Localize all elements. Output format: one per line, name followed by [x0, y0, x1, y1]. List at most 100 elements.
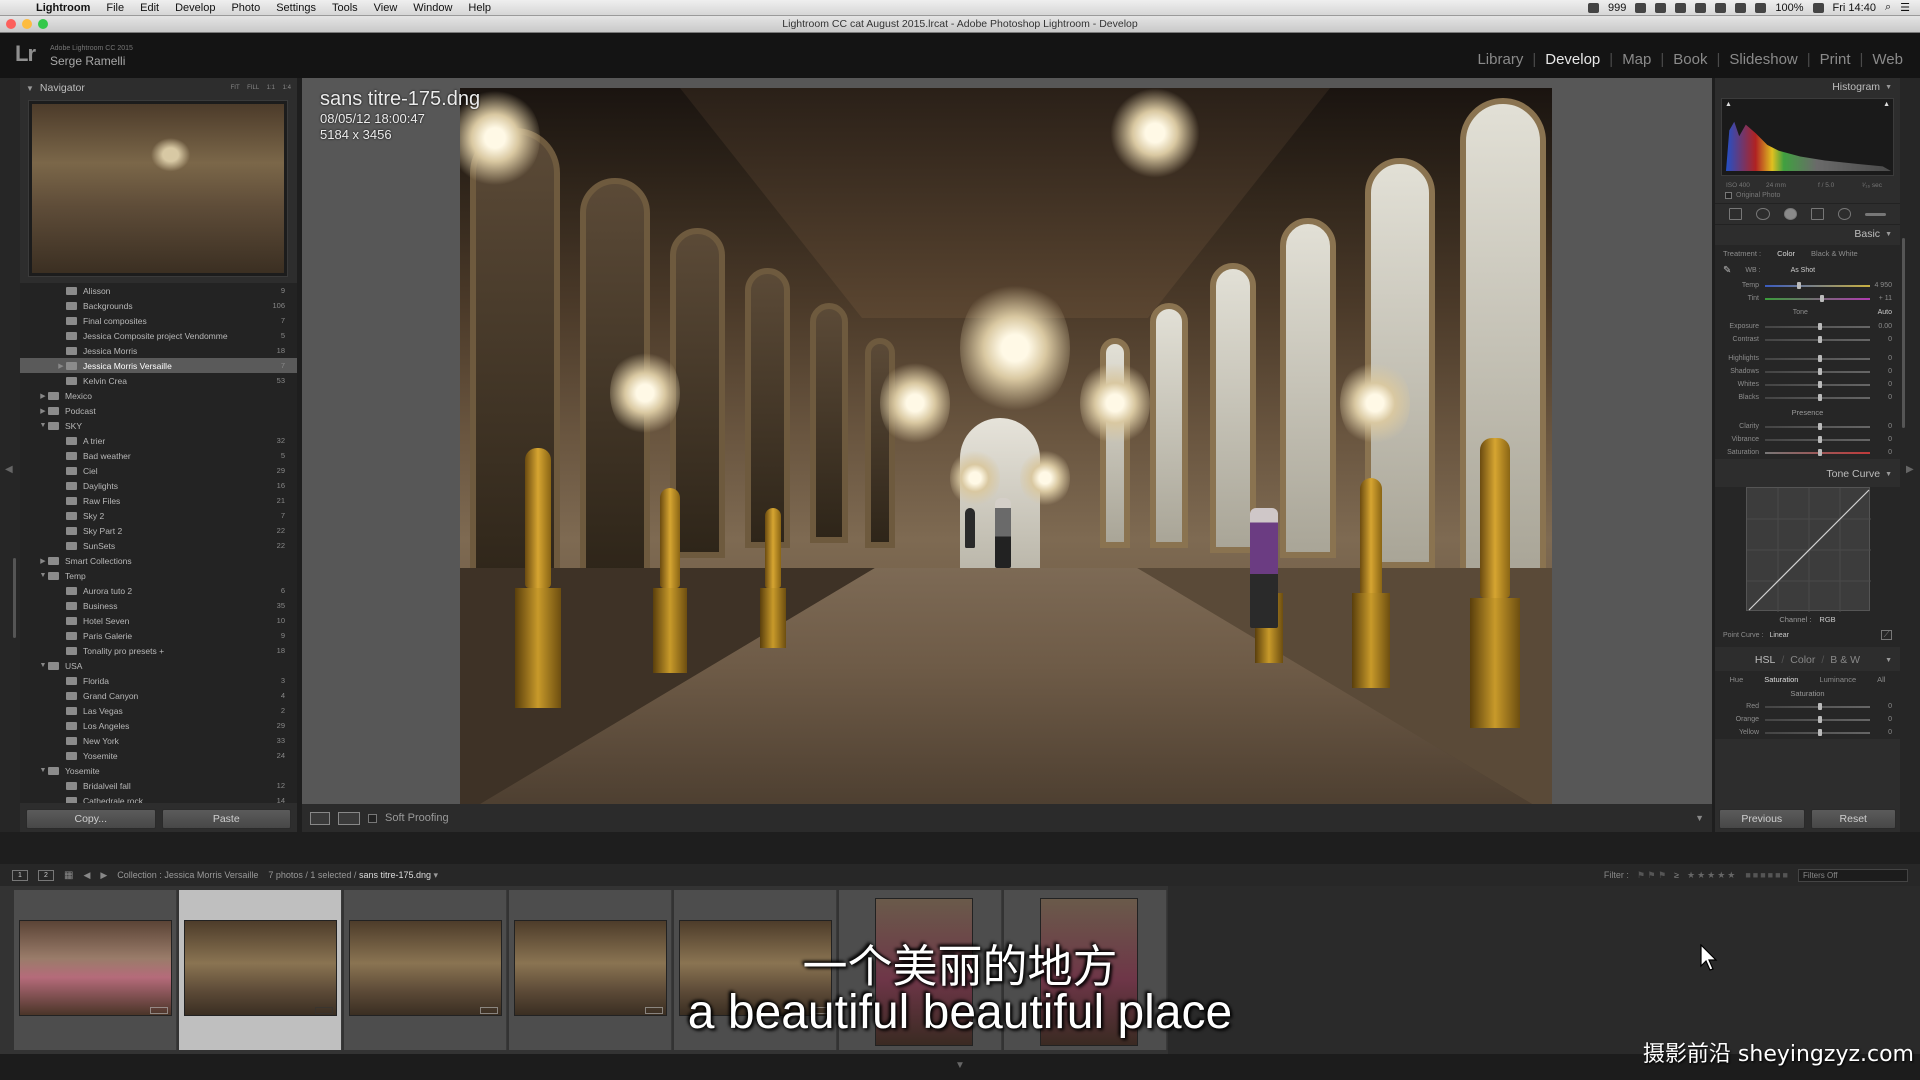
- battery-icon[interactable]: [1812, 2, 1824, 13]
- right-panel-edge[interactable]: ▶: [1900, 78, 1920, 832]
- dropbox-icon[interactable]: [1675, 2, 1687, 13]
- histogram-header[interactable]: Histogram ▼: [1715, 78, 1900, 96]
- blacks-track[interactable]: [1765, 393, 1870, 401]
- right-scrollbar[interactable]: [1902, 238, 1905, 428]
- saturation-track[interactable]: [1765, 448, 1870, 456]
- treatment-bw[interactable]: Black & White: [1811, 249, 1858, 258]
- module-map[interactable]: Map: [1613, 51, 1660, 68]
- menu-file[interactable]: File: [106, 2, 124, 14]
- bottom-panel-edge[interactable]: ▼: [0, 1054, 1920, 1080]
- collapse-left-icon[interactable]: ◀: [5, 464, 13, 475]
- left-scrollbar[interactable]: [13, 558, 16, 638]
- red-value[interactable]: 0: [1870, 703, 1892, 710]
- tone-curve-graph[interactable]: [1745, 487, 1871, 612]
- adjustment-brush-icon[interactable]: [1865, 212, 1886, 216]
- saturation-slider[interactable]: Saturation 0: [1715, 446, 1900, 459]
- collection-item[interactable]: Tonality pro presets + 18: [20, 643, 297, 658]
- disclosure-icon[interactable]: ▶: [38, 557, 48, 565]
- sync-icon[interactable]: [1695, 2, 1707, 13]
- collection-item[interactable]: Paris Galerie 9: [20, 628, 297, 643]
- vibrance-track[interactable]: [1765, 435, 1870, 443]
- wb-dropdown[interactable]: As Shot: [1791, 267, 1816, 274]
- disclosure-icon[interactable]: ▼: [38, 422, 48, 429]
- red-slider[interactable]: Red 0: [1715, 700, 1900, 713]
- flag-filter-icon[interactable]: ⚑ ⚑ ⚑: [1637, 870, 1666, 881]
- app-icon[interactable]: [1635, 2, 1647, 13]
- highlight-clipping-icon[interactable]: ▲: [1883, 101, 1890, 108]
- temp-knob[interactable]: [1796, 281, 1801, 289]
- original-photo-checkbox[interactable]: [1725, 192, 1732, 199]
- bluetooth-icon[interactable]: [1715, 2, 1727, 13]
- highlights-track[interactable]: [1765, 354, 1870, 362]
- collection-item[interactable]: Backgrounds 106: [20, 298, 297, 313]
- filter-preset-dropdown[interactable]: Filters Off: [1798, 868, 1908, 882]
- contrast-knob[interactable]: [1817, 335, 1822, 343]
- disclosure-icon[interactable]: ▼: [38, 767, 48, 774]
- yellow-knob[interactable]: [1817, 728, 1822, 736]
- loupe-view-icon[interactable]: [310, 811, 330, 825]
- rating-filter[interactable]: ★★★★★: [1687, 870, 1737, 881]
- menu-develop[interactable]: Develop: [175, 2, 215, 14]
- histogram[interactable]: ▲ ▲ ISO 400 24 mm f / 5.0 ¹⁄₁₆ sec: [1721, 98, 1894, 189]
- collection-item[interactable]: Ciel 29: [20, 463, 297, 478]
- wifi-icon[interactable]: [1735, 2, 1747, 13]
- exposure-value[interactable]: 0.00: [1870, 323, 1892, 330]
- red-knob[interactable]: [1817, 702, 1822, 710]
- close-window-icon[interactable]: [6, 19, 16, 29]
- red-eye-icon[interactable]: [1783, 208, 1797, 220]
- highlights-value[interactable]: 0: [1870, 355, 1892, 362]
- tab-all[interactable]: All: [1877, 675, 1885, 684]
- collection-item[interactable]: ▶ Smart Collections: [20, 553, 297, 568]
- main-window-button[interactable]: 1: [12, 869, 28, 881]
- clarity-knob[interactable]: [1817, 422, 1822, 430]
- exposure-knob[interactable]: [1817, 322, 1822, 330]
- whites-knob[interactable]: [1817, 380, 1822, 388]
- treatment-color[interactable]: Color: [1777, 249, 1795, 258]
- orange-slider[interactable]: Orange 0: [1715, 713, 1900, 726]
- tab-saturation[interactable]: Saturation: [1764, 675, 1798, 684]
- navigator-header[interactable]: ▼ Navigator FIT FILL 1:1 1:4: [20, 78, 297, 98]
- left-panel-edge[interactable]: ◀: [0, 78, 20, 832]
- spot-removal-icon[interactable]: [1756, 208, 1770, 220]
- forward-arrow-icon[interactable]: ▶: [100, 870, 107, 881]
- collection-item[interactable]: Hotel Seven 10: [20, 613, 297, 628]
- exposure-track[interactable]: [1765, 322, 1870, 330]
- contrast-value[interactable]: 0: [1870, 336, 1892, 343]
- disclosure-icon[interactable]: ▼: [38, 662, 48, 669]
- collection-item[interactable]: Aurora tuto 2 6: [20, 583, 297, 598]
- collection-item[interactable]: Jessica Composite project Vendomme 5: [20, 328, 297, 343]
- shadows-value[interactable]: 0: [1870, 368, 1892, 375]
- clarity-track[interactable]: [1765, 422, 1870, 430]
- orange-value[interactable]: 0: [1870, 716, 1892, 723]
- graduated-filter-icon[interactable]: [1810, 208, 1825, 220]
- temp-value[interactable]: 4 950: [1870, 282, 1892, 289]
- filmstrip-source[interactable]: Collection : Jessica Morris Versaille 7 …: [117, 870, 438, 881]
- collection-item[interactable]: A trier 32: [20, 433, 297, 448]
- collection-item[interactable]: Sky 2 7: [20, 508, 297, 523]
- disclosure-icon[interactable]: ▶: [38, 407, 48, 415]
- hsl-title[interactable]: HSL: [1755, 654, 1775, 666]
- collection-item[interactable]: ▶ Podcast: [20, 403, 297, 418]
- display-icon[interactable]: [1588, 2, 1600, 13]
- basic-header[interactable]: Basic ▼: [1715, 225, 1900, 243]
- zoom-fit[interactable]: FIT: [231, 85, 240, 91]
- blacks-knob[interactable]: [1817, 393, 1822, 401]
- volume-icon[interactable]: [1755, 2, 1767, 13]
- toolbar-menu-icon[interactable]: ▼: [1695, 813, 1704, 823]
- zoom-1-4[interactable]: 1:4: [283, 85, 291, 91]
- collection-item[interactable]: Bad weather 5: [20, 448, 297, 463]
- clock[interactable]: Fri 14:40: [1833, 2, 1876, 14]
- battery-percent[interactable]: 100%: [1775, 2, 1803, 14]
- collection-item[interactable]: ▶ Mexico: [20, 388, 297, 403]
- blacks-value[interactable]: 0: [1870, 394, 1892, 401]
- collection-item[interactable]: Bridalveil fall 12: [20, 778, 297, 793]
- color-label-filter[interactable]: ■■■■■■: [1745, 870, 1790, 880]
- whites-track[interactable]: [1765, 380, 1870, 388]
- disclosure-icon[interactable]: ▼: [38, 572, 48, 579]
- menu-edit[interactable]: Edit: [140, 2, 159, 14]
- secondary-window-button[interactable]: 2: [38, 869, 54, 881]
- chevron-down-icon[interactable]: ▾: [434, 870, 439, 880]
- temp-slider[interactable]: Temp 4 950: [1715, 279, 1900, 292]
- collection-item[interactable]: Cathedrale rock 14: [20, 793, 297, 803]
- before-after-icon[interactable]: [338, 811, 360, 825]
